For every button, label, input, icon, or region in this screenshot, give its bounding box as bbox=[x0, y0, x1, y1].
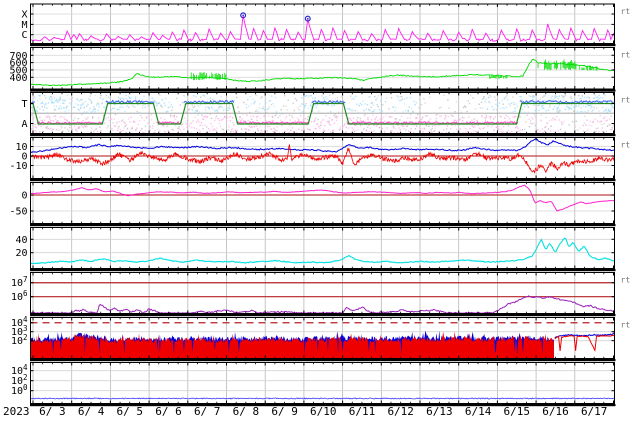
panel-proton-flux: 104103102rt bbox=[11, 315, 631, 362]
panel-imf-bt-bz: 100-10rt bbox=[9, 137, 631, 182]
x-tick-label: 6/10 bbox=[310, 405, 337, 418]
panel-proton-density: 4020 bbox=[15, 227, 616, 272]
solar-activity-chart: X M Crt 700 600 500 400 rt T Art 10 0 -10 rt 0 -50 40 20 1… bbox=[0, 0, 634, 424]
x-tick-label: 6/12 bbox=[387, 405, 414, 418]
x-tick-label: 6/16 bbox=[542, 405, 569, 418]
panel-imf-sector: TArt bbox=[21, 92, 631, 137]
realtime-flag: rt bbox=[621, 51, 631, 60]
x-tick-label: 6/ 6 bbox=[155, 405, 182, 418]
realtime-flag: rt bbox=[621, 96, 631, 105]
panel-separator bbox=[30, 44, 616, 47]
panel-separator bbox=[30, 89, 616, 92]
x-tick-label: 6/ 4 bbox=[78, 405, 105, 418]
panel-dst-index: 0-50 bbox=[9, 182, 616, 227]
y-tick-label: A bbox=[21, 119, 27, 130]
x-tick-label: 6/ 8 bbox=[233, 405, 260, 418]
y-tick-label: 107 bbox=[11, 275, 28, 289]
x-tick-label: 6/ 5 bbox=[117, 405, 144, 418]
panel-separator bbox=[30, 224, 616, 227]
panel-separator bbox=[30, 314, 616, 317]
y-tick-label: T bbox=[21, 99, 27, 110]
y-tick-label: C bbox=[21, 30, 27, 41]
y-tick-label: -10 bbox=[9, 161, 27, 172]
x-tick-label: 6/14 bbox=[465, 405, 492, 418]
x-tick-label: 6/17 bbox=[581, 405, 608, 418]
y-tick-label: X bbox=[21, 10, 27, 21]
y-tick-label: 20 bbox=[15, 248, 27, 259]
x-tick-label: 6/ 7 bbox=[194, 405, 221, 418]
chart-canvas: XMCrt700600500400rtTArt100-10rt0-5040201… bbox=[9, 3, 631, 418]
panel-solar-wind-speed: 700600500400rt bbox=[9, 47, 631, 92]
y-tick-label: 400 bbox=[9, 73, 27, 84]
x-tick-label: 6/15 bbox=[504, 405, 531, 418]
y-tick-label: 40 bbox=[15, 235, 27, 246]
x-axis-labels: 6/ 3 6/ 4 6/ 5 6/ 6 6/ 7 6/ 8 6/ 9 6/10 6/11 6/12… bbox=[39, 405, 607, 418]
panel-separator bbox=[30, 179, 616, 182]
y-tick-label: -50 bbox=[9, 207, 27, 218]
y-tick-label: 106 bbox=[11, 289, 28, 303]
flare-marker-dot bbox=[306, 17, 309, 20]
panel-separator bbox=[30, 359, 616, 362]
y-tick-label: 0 bbox=[21, 191, 27, 202]
realtime-flag: rt bbox=[621, 141, 631, 150]
realtime-flag: rt bbox=[621, 7, 631, 16]
panel-xray-flux: XMCrt bbox=[21, 3, 631, 47]
x-tick-label: 6/ 3 bbox=[39, 405, 66, 418]
flare-marker-dot bbox=[242, 14, 244, 17]
realtime-flag: rt bbox=[621, 276, 631, 285]
x-tick-label: 6/13 bbox=[426, 405, 453, 418]
y-tick-label: 100 bbox=[11, 383, 28, 397]
panel-separator bbox=[30, 134, 616, 137]
x-tick-label: 6/11 bbox=[349, 405, 376, 418]
year-label: 2023 bbox=[3, 405, 30, 418]
y-tick-label: 102 bbox=[11, 333, 28, 347]
panel-low-energy-flux: 104102100 bbox=[11, 362, 616, 407]
realtime-flag: rt bbox=[621, 321, 631, 330]
x-tick-label: 6/ 9 bbox=[271, 405, 298, 418]
panel-electron-flux: 107106 rt bbox=[11, 272, 631, 317]
panel-separator bbox=[30, 269, 616, 272]
